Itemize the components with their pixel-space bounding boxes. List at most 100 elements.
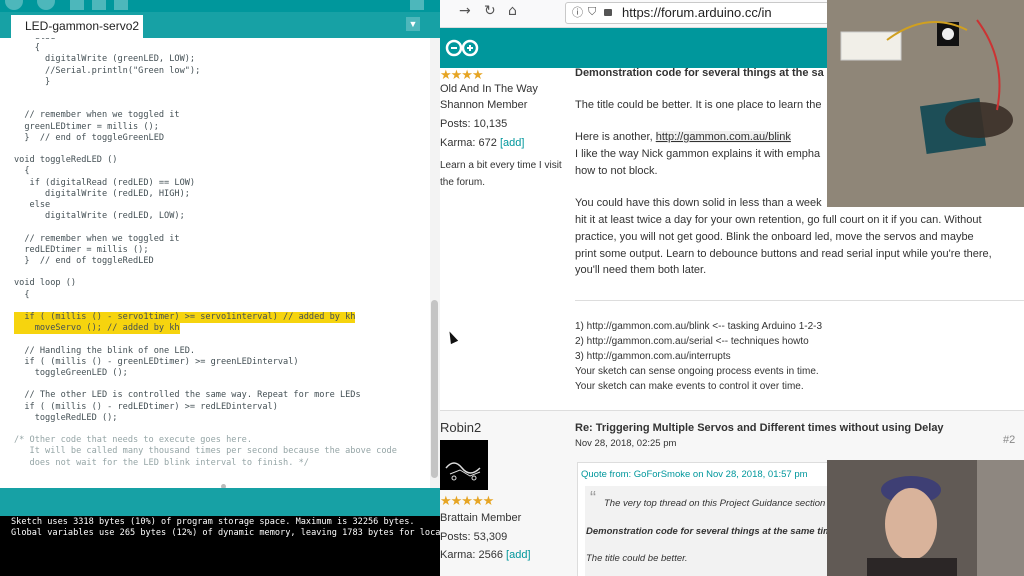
author-bio: the forum. [440, 177, 486, 188]
console-line: Global variables use 265 bytes (12%) of … [11, 528, 440, 538]
signature-divider [575, 300, 1024, 301]
author-rank: Shannon Member [440, 99, 528, 111]
ide-toolbar [0, 0, 440, 12]
post2-subject[interactable]: Re: Triggering Multiple Servos and Diffe… [575, 420, 944, 436]
post-line: hit it at least twice a day for your own… [575, 214, 982, 226]
code-line[interactable]: toggleRedLED (); [14, 413, 118, 424]
code-line[interactable]: /* Other code that needs to execute goes… [14, 435, 252, 446]
post2-author[interactable]: Robin2 [440, 420, 481, 435]
post-line: you'll need them both later. [575, 264, 707, 276]
karma-add-link[interactable]: [add] [506, 549, 530, 561]
code-editor[interactable]: else { digitalWrite (greenLED, LOW); //S… [0, 38, 430, 488]
author-posts: Posts: 10,135 [440, 118, 508, 130]
post2-number[interactable]: #2 [1003, 432, 1015, 448]
webcam-hardware-view [827, 0, 1024, 207]
quote-line: Demonstration code for several things at… [586, 526, 837, 537]
code-line[interactable]: moveServo (); // added by kh [14, 323, 180, 335]
code-line[interactable]: void toggleRedLED () [14, 155, 117, 166]
post-line-prefix: Here is another, [575, 131, 656, 143]
code-line[interactable]: redLEDtimer = millis (); [14, 245, 148, 256]
avatar[interactable] [440, 440, 488, 490]
upload-icon[interactable] [37, 0, 55, 10]
rank-stars-icon: ★★★★ [440, 67, 484, 82]
code-line[interactable]: { [14, 166, 29, 177]
code-line[interactable]: else [14, 200, 51, 211]
signature-line: 1) http://gammon.com.au/blink <-- taskin… [575, 321, 823, 332]
signature-line: Your sketch can sense ongoing process ev… [575, 366, 819, 377]
signature-line: Your sketch can make events to control i… [575, 381, 804, 392]
arduino-ide-window: LED-gammon-servo2 § ▼ else { digitalWrit… [0, 0, 440, 576]
post-line: Here is another, http://gammon.com.au/bl… [575, 129, 791, 145]
rank-stars-icon: ★★★★★ [440, 493, 494, 508]
code-line[interactable]: greenLEDtimer = millis (); [14, 122, 159, 133]
karma-label: Karma: 2566 [440, 549, 503, 561]
address-bar[interactable]: ⓘ ⛉ https://forum.arduino.cc/inde [565, 2, 938, 24]
verify-icon[interactable] [5, 0, 23, 10]
code-line[interactable]: digitalWrite (redLED, LOW); [14, 211, 185, 222]
author-bio: Learn a bit every time I visit [440, 160, 562, 171]
serial-monitor-icon[interactable] [410, 0, 424, 10]
code-line[interactable]: if (digitalRead (redLED) == LOW) [14, 178, 196, 189]
post2-rank: Brattain Member [440, 512, 522, 524]
karma-add-link[interactable]: [add] [500, 137, 524, 149]
code-line[interactable]: digitalWrite (greenLED, LOW); [14, 54, 195, 65]
post-link[interactable]: http://gammon.com.au/blink [655, 131, 791, 143]
ide-status-bar [0, 488, 440, 516]
code-line[interactable]: toggleGreenLED (); [14, 368, 128, 379]
code-line[interactable]: { [14, 290, 29, 301]
arduino-logo-icon[interactable] [444, 38, 480, 58]
post2-posts: Posts: 53,309 [440, 531, 508, 543]
ide-tab-bar: LED-gammon-servo2 § ▼ [0, 12, 440, 56]
code-line[interactable]: // Handling the blink of one LED. [14, 346, 195, 357]
sketch-tab[interactable]: LED-gammon-servo2 § [11, 15, 143, 56]
url-text[interactable]: https://forum.arduino.cc/inde [622, 5, 772, 20]
code-line[interactable]: does not wait for the LED blink interval… [14, 458, 309, 469]
shield-icon[interactable]: ⛉ [588, 5, 596, 19]
code-line[interactable]: } // end of toggleRedLED [14, 256, 153, 267]
code-line[interactable]: // remember when we toggled it [14, 234, 179, 245]
karma-label: Karma: 672 [440, 137, 497, 149]
author-karma: Karma: 672 [add] [440, 137, 524, 149]
save-icon[interactable] [114, 0, 128, 10]
code-line[interactable]: digitalWrite (redLED, HIGH); [14, 189, 190, 200]
webcam-presenter-view [827, 460, 1024, 576]
code-line[interactable]: // remember when we toggled it [14, 110, 179, 121]
post-line: I like the way Nick gammon explains it w… [575, 148, 821, 160]
code-line[interactable]: } [14, 77, 50, 88]
code-line[interactable]: //Serial.println("Green low"); [14, 66, 200, 77]
post-line: print some output. Learn to debounce but… [575, 248, 992, 260]
signature-line: 3) http://gammon.com.au/interrupts [575, 351, 731, 362]
arduino-board-photo-icon [827, 0, 1024, 207]
avatar-drawing-icon [445, 462, 481, 481]
new-icon[interactable] [70, 0, 84, 10]
lock-icon [604, 9, 612, 16]
console-output: Sketch uses 3318 bytes (10%) of program … [0, 516, 440, 576]
code-line[interactable]: if ( (millis () - redLEDtimer) >= redLED… [14, 402, 278, 413]
open-icon[interactable] [92, 0, 106, 10]
code-line[interactable]: { [14, 43, 40, 54]
post2-date: Nov 28, 2018, 02:25 pm [575, 438, 677, 449]
editor-scrollbar-thumb[interactable] [431, 300, 438, 478]
code-line[interactable]: // The other LED is controlled the same … [14, 390, 360, 401]
post-line: The title could be better. It is one pla… [575, 99, 822, 111]
info-icon[interactable]: ⓘ [572, 4, 583, 20]
reload-icon[interactable]: ↻ [484, 3, 496, 19]
code-line[interactable]: } // end of toggleGreenLED [14, 133, 164, 144]
tab-menu-icon[interactable]: ▼ [406, 17, 420, 31]
quote-header[interactable]: Quote from: GoForSmoke on Nov 28, 2018, … [581, 467, 808, 483]
post-line: Demonstration code for several things at… [575, 67, 824, 79]
post-line: You could have this down solid in less t… [575, 197, 822, 209]
quote-mark-icon: “ [590, 488, 596, 508]
post-line: how to not block. [575, 165, 658, 177]
quote-line: The title could be better. [586, 553, 688, 564]
console-line: Sketch uses 3318 bytes (10%) of program … [11, 517, 415, 527]
code-line[interactable]: if ( (millis () - greenLEDtimer) >= gree… [14, 357, 298, 368]
code-line[interactable]: It will be called many thousand times pe… [14, 446, 397, 457]
code-line[interactable]: void loop () [14, 278, 76, 289]
presenter-photo-icon [827, 460, 1024, 576]
post-divider [440, 410, 1024, 411]
home-icon[interactable]: ⌂ [508, 3, 517, 19]
signature-line: 2) http://gammon.com.au/serial <-- techn… [575, 336, 809, 347]
code-line[interactable]: if ( (millis () - servo1timer) >= servo1… [14, 312, 356, 323]
forward-icon[interactable]: → [459, 3, 471, 19]
